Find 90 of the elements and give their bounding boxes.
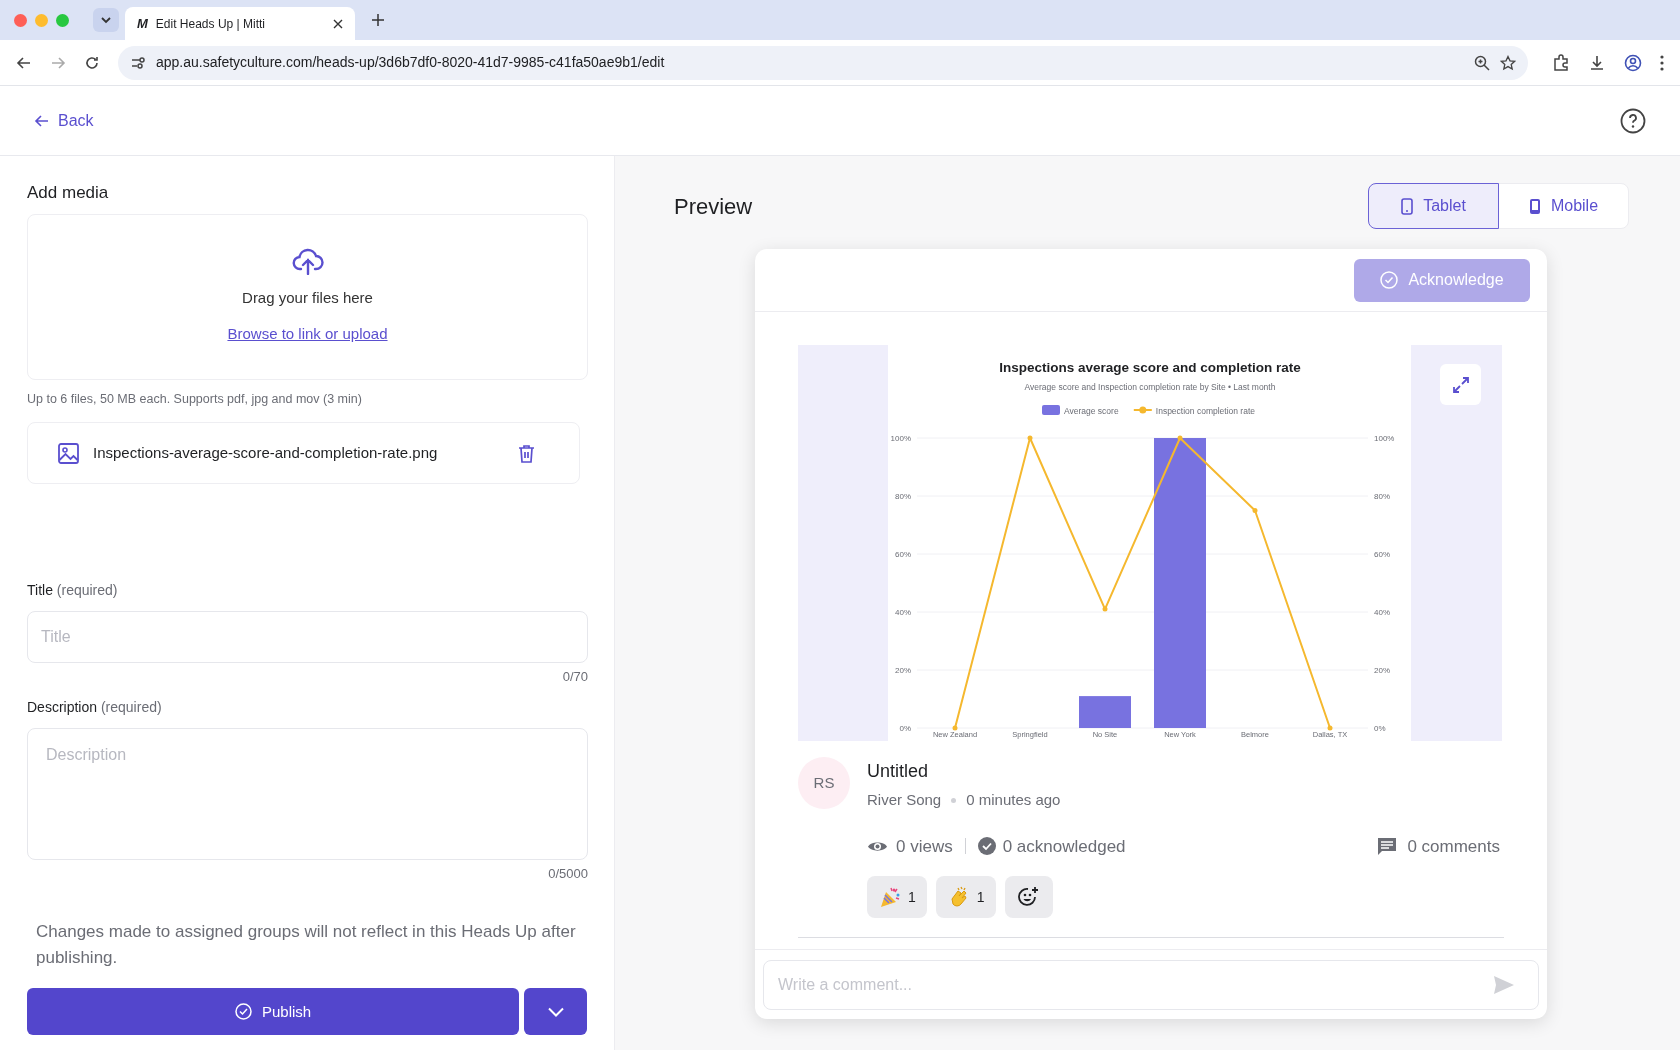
chart-subtitle: Average score and Inspection completion rate by Site • Last month (1024, 382, 1276, 392)
extensions-icon[interactable] (1552, 53, 1570, 72)
party-popper-icon (878, 885, 902, 909)
media-hint: Up to 6 files, 50 MB each. Supports pdf, jpg and mov (3 min) (27, 390, 363, 408)
chart-point (1102, 606, 1108, 612)
zoom-icon[interactable] (1474, 54, 1490, 71)
legend-label: Average score (1064, 405, 1119, 416)
chart-point (1027, 435, 1033, 441)
author-name: River Song (867, 790, 942, 810)
reaction-button[interactable]: 1 (867, 876, 927, 918)
axis-tick-label: 80% (895, 492, 911, 501)
chart-bar (1079, 696, 1131, 728)
chart-title: Inspections average score and completion rate (999, 360, 1301, 375)
section-title: Add media (27, 182, 110, 204)
info-note: Changes made to assigned groups will not reflect in this Heads Up after publishing. (35, 921, 577, 970)
chart-point (952, 725, 958, 731)
device-tab[interactable]: Tablet (1368, 183, 1499, 229)
comment-icon (1377, 836, 1398, 856)
chart-point (1327, 725, 1333, 731)
field-label: Title (required) (27, 581, 119, 601)
tab-list-button[interactable] (93, 8, 119, 32)
file-name: Inspections-average-score-and-completion-rate.png (93, 443, 439, 463)
comment-field[interactable]: Write a comment... (763, 960, 1539, 1010)
file-drop-zone[interactable]: Drag your files here Browse to link or upload (27, 213, 588, 380)
expand-icon (1451, 375, 1470, 394)
drop-text: Drag your files here (242, 287, 373, 308)
legend-label: Inspection completion rate (1155, 405, 1256, 416)
legend-line-marker (1132, 406, 1153, 414)
url-text: app.au.safetyculture.com/heads-up/3d6b7df0-8020-41d7-9985-c41fa50ae9b1/edit (156, 53, 666, 72)
image-icon (58, 442, 79, 464)
axis-tick-label: 100% (1374, 434, 1395, 443)
acknowledged-count: 0 acknowledged (1002, 835, 1127, 858)
browser-tab[interactable]: M Edit Heads Up | Mitti (125, 7, 355, 40)
bookmark-star-icon[interactable] (1500, 54, 1516, 71)
chevron-down-icon (547, 1006, 564, 1017)
field-label: Description (required) (27, 697, 163, 717)
add-emoji-icon (1017, 886, 1040, 908)
axis-tick-label: 20% (895, 666, 911, 675)
check-circle-icon (235, 1003, 252, 1021)
back-arrow-icon (34, 112, 50, 129)
profile-icon[interactable] (1624, 53, 1642, 72)
avatar: RS (798, 757, 850, 809)
axis-tick-label: 80% (1374, 492, 1390, 501)
axis-tick-label: 0% (1374, 724, 1386, 733)
help-icon[interactable] (1620, 107, 1646, 134)
download-icon[interactable] (1588, 53, 1606, 72)
tab-favicon: M (137, 14, 148, 33)
chevron-down-icon (100, 14, 112, 26)
post-time: 0 minutes ago (966, 790, 1061, 810)
cloud-upload-icon (291, 246, 324, 275)
character-count: 0/5000 (547, 864, 588, 883)
browse-link[interactable]: Browse to link or upload (227, 323, 388, 346)
axis-tick-label: 40% (895, 608, 911, 617)
tablet-icon (1401, 197, 1414, 215)
site-settings-icon[interactable] (130, 54, 146, 71)
character-count: 0/70 (561, 668, 588, 687)
address-bar[interactable]: app.au.safetyculture.com/heads-up/3d6b7df0-8020-41d7-9985-c41fa50ae9b1/edit (118, 45, 1528, 80)
preview-title: Preview (674, 192, 753, 221)
back-link[interactable]: Back (34, 108, 94, 133)
post-title: Untitled (867, 760, 930, 783)
axis-tick-label: 20% (1374, 666, 1390, 675)
title-input[interactable]: Title (27, 611, 588, 664)
axis-tick-label: 60% (895, 550, 911, 559)
new-tab-icon[interactable] (371, 13, 385, 27)
comment-count: 0 comments (1407, 835, 1500, 858)
expand-button[interactable] (1440, 364, 1481, 405)
chart-point (1177, 435, 1183, 441)
axis-tick-label: 100% (890, 434, 911, 443)
back-arrow-icon[interactable] (16, 54, 32, 71)
axis-tick-label: 0% (899, 724, 911, 733)
more-icon[interactable] (1660, 54, 1664, 71)
device-tab[interactable]: Mobile (1498, 183, 1629, 229)
chart-point (1252, 508, 1258, 513)
check-circle-icon (1380, 271, 1399, 289)
tab-title: Edit Heads Up | Mitti (155, 15, 266, 33)
view-count: 0 views (896, 835, 953, 858)
close-icon[interactable] (333, 18, 343, 29)
legend-swatch (1042, 405, 1060, 415)
separator-dot-icon (951, 797, 957, 803)
reaction-button[interactable]: 1 (935, 876, 996, 918)
publish-button[interactable]: Publish (27, 988, 520, 1036)
add-reaction-button[interactable] (1004, 876, 1053, 918)
axis-tick-label: 40% (1374, 608, 1390, 617)
reload-icon[interactable] (84, 54, 100, 71)
trash-icon[interactable] (518, 443, 535, 463)
check-circle-icon (977, 837, 996, 856)
axis-tick-label: 60% (1374, 550, 1390, 559)
phone-icon (1528, 197, 1541, 215)
publish-options-button[interactable] (524, 988, 587, 1036)
description-input[interactable]: Description (27, 727, 588, 860)
